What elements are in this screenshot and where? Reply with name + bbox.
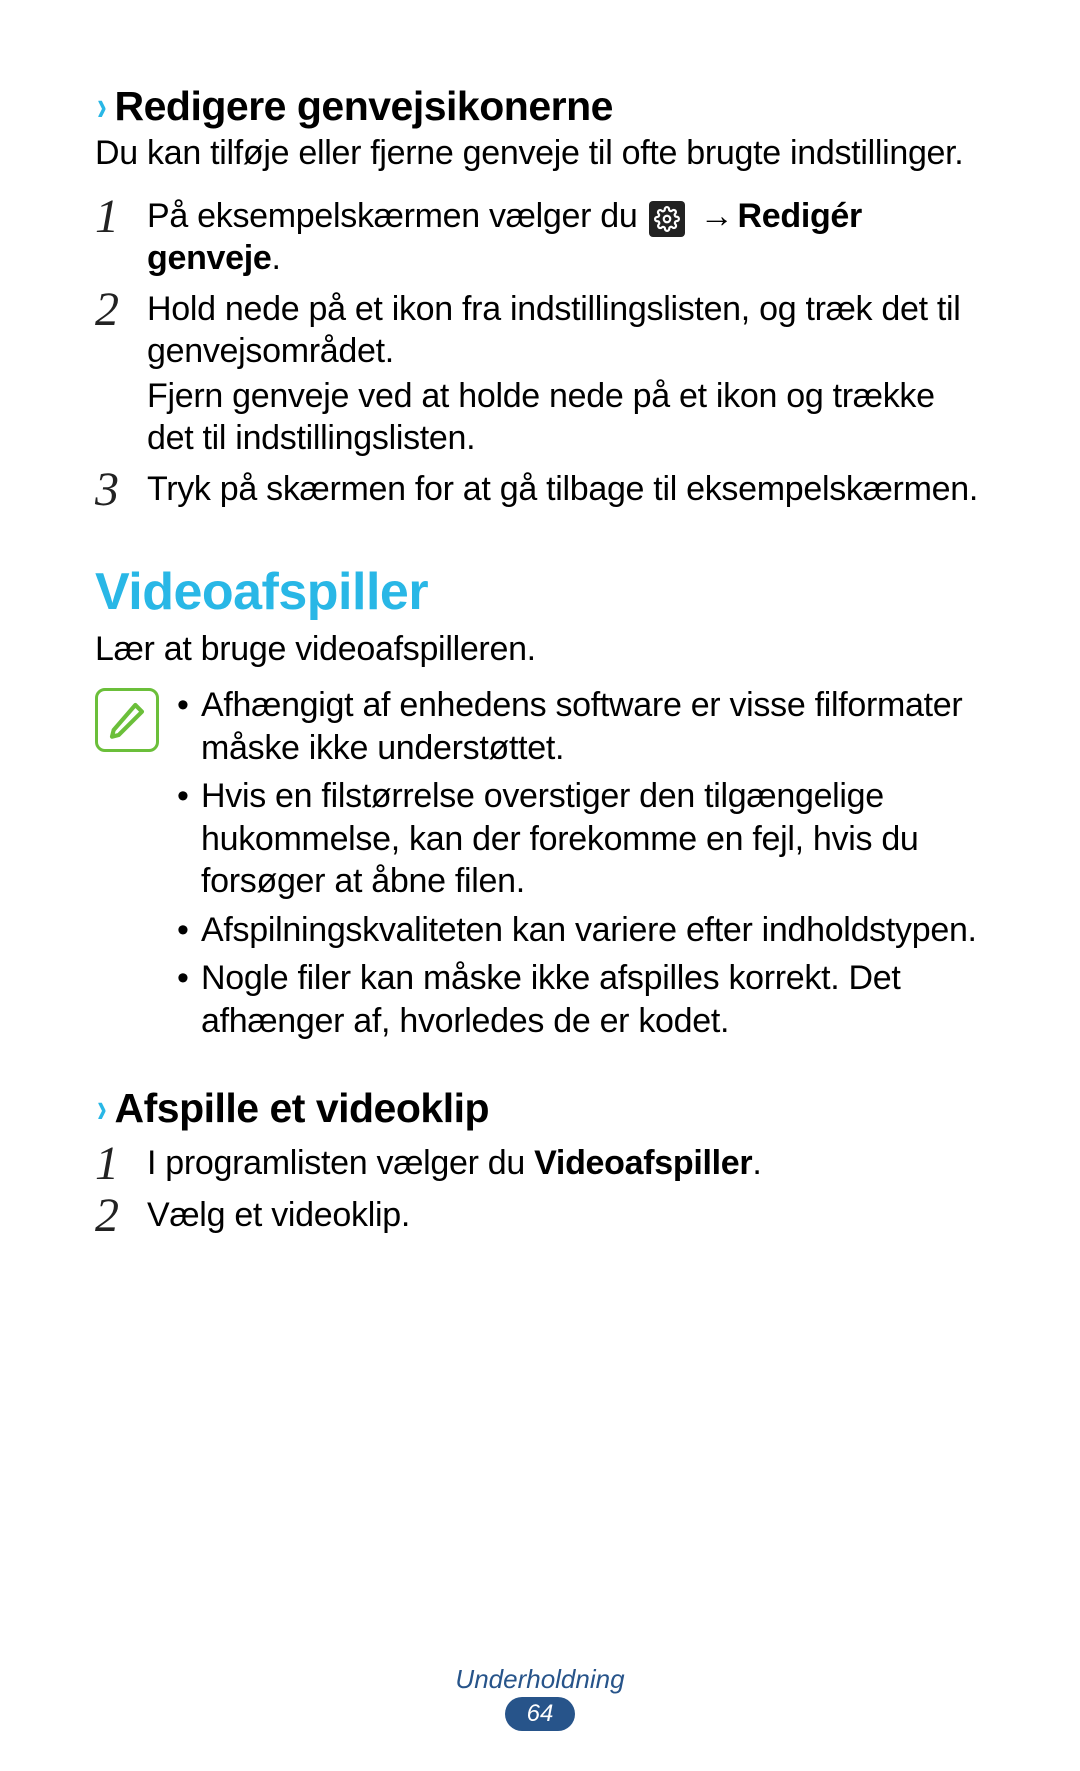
step-body: På eksempelskærmen vælger du →Redigér ge… <box>147 195 985 282</box>
step-number: 3 <box>95 466 147 514</box>
step-number: 2 <box>95 286 147 334</box>
note-block: Afhængigt af enhedens software er visse … <box>95 684 985 1048</box>
step-number: 1 <box>95 1140 147 1188</box>
arrow-right: → <box>700 197 734 235</box>
step-number: 1 <box>95 193 147 241</box>
page-number-badge: 64 <box>505 1697 575 1731</box>
settings-gear-icon <box>649 201 685 237</box>
section3-steps: 1 I programlisten vælger du Videoafspill… <box>95 1142 985 1240</box>
page-footer: Underholdning 64 <box>0 1664 1080 1731</box>
step1-post: . <box>272 239 281 277</box>
note-item: Afspilningskvaliteten kan variere efter … <box>173 909 985 952</box>
note-item: Afhængigt af enhedens software er visse … <box>173 684 985 769</box>
subheading-edit-shortcuts: › Redigere genvejsikonerne <box>95 82 985 130</box>
step2-line2: Fjern genveje ved at holde nede på et ik… <box>147 375 985 460</box>
step-body: I programlisten vælger du Videoafspiller… <box>147 1142 985 1187</box>
chevron-right-icon: › <box>97 1084 106 1132</box>
step-item: 2 Hold nede på et ikon fra indstillingsl… <box>95 288 985 462</box>
subheading-text: Afspille et videoklip <box>115 1085 490 1132</box>
step-item: 2 Vælg et videoklip. <box>95 1194 985 1240</box>
s3-step1-bold: Videoafspiller <box>534 1144 752 1182</box>
s3-step1-post: . <box>752 1144 761 1182</box>
step1-pre: På eksempelskærmen vælger du <box>147 197 647 235</box>
step-body: Hold nede på et ikon fra indstillingslis… <box>147 288 985 462</box>
step-number: 2 <box>95 1192 147 1240</box>
s3-step1-pre: I programlisten vælger du <box>147 1144 534 1182</box>
s3-step2-line1: Vælg et videoklip. <box>147 1194 985 1237</box>
step-item: 1 I programlisten vælger du Videoafspill… <box>95 1142 985 1188</box>
footer-section-label: Underholdning <box>0 1664 1080 1695</box>
step2-line1: Hold nede på et ikon fra indstillingslis… <box>147 288 985 373</box>
chevron-right-icon: › <box>97 82 106 130</box>
section1-steps: 1 På eksempelskærmen vælger du →Redigér … <box>95 195 985 514</box>
note-pencil-icon <box>95 688 159 752</box>
note-item: Hvis en filstørrelse overstiger den tilg… <box>173 775 985 903</box>
heading-videoplayer: Videoafspiller <box>95 562 985 622</box>
step-body: Vælg et videoklip. <box>147 1194 985 1239</box>
subheading-play-video: › Afspille et videoklip <box>95 1084 985 1132</box>
subheading-text: Redigere genvejsikonerne <box>115 83 613 130</box>
step3-line1: Tryk på skærmen for at gå tilbage til ek… <box>147 468 985 511</box>
section1-intro: Du kan tilføje eller fjerne genveje til … <box>95 132 985 175</box>
step-item: 1 På eksempelskærmen vælger du →Redigér … <box>95 195 985 282</box>
step-body: Tryk på skærmen for at gå tilbage til ek… <box>147 468 985 513</box>
step-item: 3 Tryk på skærmen for at gå tilbage til … <box>95 468 985 514</box>
section2-intro: Lær at bruge videoafspilleren. <box>95 628 985 671</box>
note-bullets: Afhængigt af enhedens software er visse … <box>173 684 985 1048</box>
note-item: Nogle filer kan måske ikke afspilles kor… <box>173 957 985 1042</box>
manual-page: › Redigere genvejsikonerne Du kan tilføj… <box>0 0 1080 1771</box>
